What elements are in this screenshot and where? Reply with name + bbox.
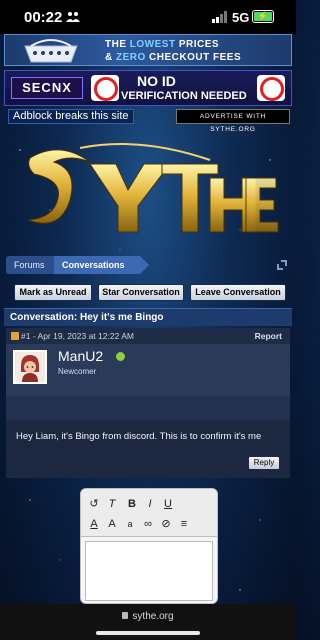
conversation-actions: Mark as Unread Star Conversation Leave C… bbox=[14, 284, 286, 301]
font-size-icon[interactable]: A bbox=[105, 517, 119, 531]
reply-editor: ↺ T B I U A A a ∞ ⊘ ≡ bbox=[80, 488, 218, 604]
advertise-link[interactable]: ADVERTISE WITH SYTHE.ORG bbox=[176, 109, 290, 133]
message-body: Hey Liam, it's Bingo from discord. This … bbox=[6, 420, 290, 478]
reply-textarea[interactable] bbox=[85, 541, 213, 601]
link-icon[interactable]: ∞ bbox=[141, 517, 155, 531]
bold-icon[interactable]: B bbox=[125, 497, 139, 511]
clear-format-icon[interactable]: T bbox=[105, 497, 119, 511]
ad-title: NO ID bbox=[137, 73, 176, 89]
text-color-icon[interactable]: A bbox=[87, 517, 101, 531]
ad-line-2: & ZERO CHECKOUT FEES bbox=[105, 52, 242, 63]
basket-icon bbox=[24, 39, 78, 63]
secnx-logo: SECNX bbox=[11, 77, 83, 99]
italic-icon[interactable]: I bbox=[143, 497, 157, 511]
message-permalink[interactable]: #1 - Apr 19, 2023 at 12:22 AM bbox=[21, 328, 134, 344]
username[interactable]: ManU2 bbox=[58, 348, 103, 364]
sythe-logo[interactable] bbox=[20, 140, 280, 240]
user-title: Newcomer bbox=[58, 367, 97, 376]
font-family-icon[interactable]: a bbox=[123, 517, 137, 531]
no-id-icon bbox=[91, 75, 119, 101]
remove-format-icon[interactable]: ↺ bbox=[87, 497, 101, 511]
message-text: Hey Liam, it's Bingo from discord. This … bbox=[16, 431, 262, 442]
align-icon[interactable]: ≡ bbox=[177, 517, 191, 531]
message-icon bbox=[11, 332, 19, 340]
status-bar: 00:22 5G ⚡ bbox=[0, 0, 296, 34]
avatar[interactable] bbox=[13, 350, 47, 384]
ad-line-1: THE LOWEST PRICES bbox=[105, 39, 220, 50]
editor-toolbar: ↺ T B I U A A a ∞ ⊘ ≡ bbox=[81, 489, 217, 537]
network-type: 5G bbox=[232, 10, 250, 25]
expand-icon[interactable] bbox=[276, 259, 288, 271]
message-divider bbox=[6, 396, 290, 420]
mark-unread-button[interactable]: Mark as Unread bbox=[14, 284, 92, 301]
home-indicator[interactable] bbox=[96, 631, 200, 635]
person-icon bbox=[66, 12, 80, 22]
status-time: 00:22 bbox=[24, 9, 63, 26]
ad-banner-prices[interactable]: THE LOWEST PRICES & ZERO CHECKOUT FEES bbox=[4, 34, 292, 66]
report-link[interactable]: Report bbox=[255, 328, 282, 344]
breadcrumb: Forums Conversations bbox=[6, 256, 292, 274]
ad-banner-secnx[interactable]: SECNX NO ID VERIFICATION NEEDED bbox=[4, 70, 292, 106]
breadcrumb-conversations[interactable]: Conversations bbox=[54, 256, 149, 274]
lock-icon bbox=[122, 612, 129, 619]
browser-bottom-bar: sythe.org bbox=[0, 604, 296, 640]
url-text: sythe.org bbox=[132, 611, 174, 622]
conversation-title: Conversation: Hey it's me Bingo bbox=[4, 308, 292, 326]
breadcrumb-forums[interactable]: Forums bbox=[6, 256, 54, 274]
battery-icon: ⚡ bbox=[252, 10, 274, 23]
star-conversation-button[interactable]: Star Conversation bbox=[98, 284, 184, 301]
adblock-notice: Adblock breaks this site bbox=[8, 109, 134, 124]
address-bar[interactable]: sythe.org bbox=[0, 611, 296, 622]
message-header: #1 - Apr 19, 2023 at 12:22 AM Report bbox=[6, 328, 290, 344]
reply-button[interactable]: Reply bbox=[248, 456, 280, 470]
leave-conversation-button[interactable]: Leave Conversation bbox=[190, 284, 286, 301]
ad-subtitle: VERIFICATION NEEDED bbox=[121, 90, 247, 102]
underline-icon[interactable]: U bbox=[161, 497, 175, 511]
signal-icon bbox=[212, 11, 227, 23]
message-author: ManU2 Newcomer bbox=[6, 344, 290, 396]
unlink-icon[interactable]: ⊘ bbox=[159, 517, 173, 531]
online-indicator bbox=[116, 352, 125, 361]
no-id-icon bbox=[257, 75, 285, 101]
